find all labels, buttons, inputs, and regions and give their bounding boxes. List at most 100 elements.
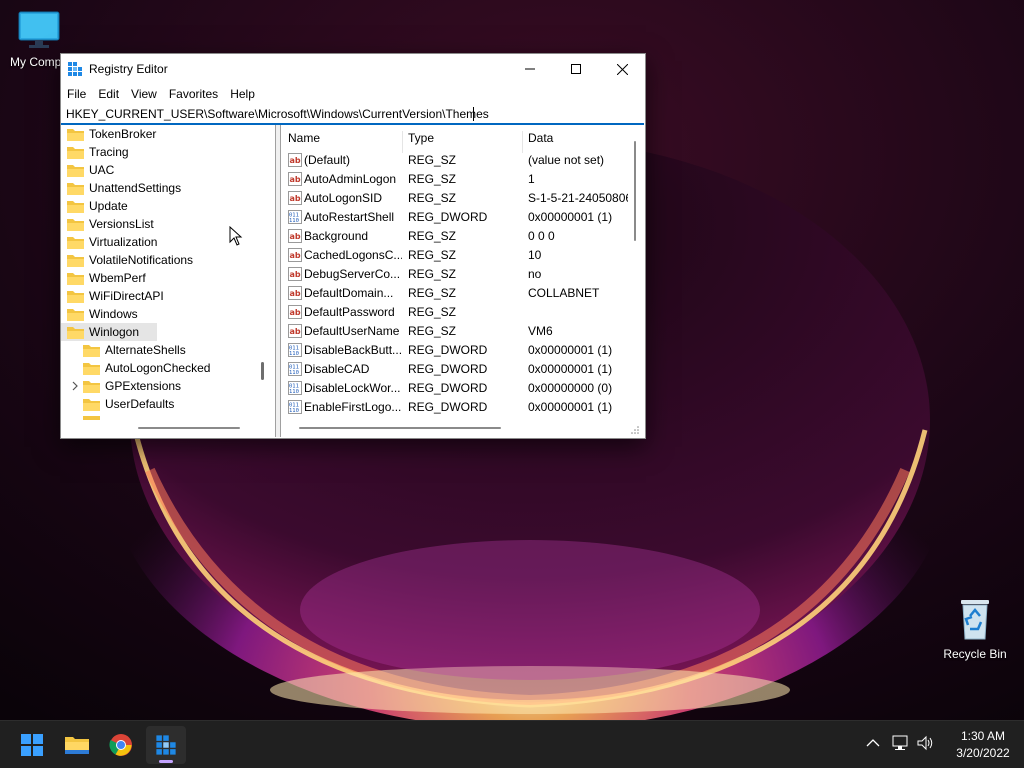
chrome-button[interactable] <box>101 726 141 764</box>
folder-icon <box>67 128 84 141</box>
tree-item[interactable]: UnattendSettings <box>67 179 181 197</box>
value-name: EnableFirstLogo... <box>304 400 402 414</box>
value-type: REG_DWORD <box>408 400 488 414</box>
resize-grip-icon[interactable] <box>630 425 640 435</box>
tree-item-label: Tracing <box>89 145 129 159</box>
tree-item-label: WbemPerf <box>89 271 146 285</box>
tree-item[interactable]: Virtualization <box>67 233 157 251</box>
value-type: REG_SZ <box>408 248 457 262</box>
pane-splitter[interactable] <box>275 125 281 437</box>
list-horizontal-scrollbar[interactable] <box>299 427 501 429</box>
value-row[interactable]: ab (Default) REG_SZ (value not set) <box>282 151 632 170</box>
tree-item-label: UAC <box>89 163 115 177</box>
minimize-button[interactable] <box>507 54 553 84</box>
tree-vertical-scrollbar[interactable] <box>261 362 264 380</box>
tree-horizontal-scrollbar[interactable] <box>138 427 240 429</box>
close-button[interactable] <box>599 54 645 84</box>
column-name[interactable]: Name <box>288 131 320 145</box>
registry-editor-window[interactable]: Registry Editor File Edit View Favorites Hel… <box>60 53 646 439</box>
value-type: REG_DWORD <box>408 362 488 376</box>
tree-item[interactable]: Tracing <box>67 143 129 161</box>
value-type: REG_SZ <box>408 324 457 338</box>
tree-item-partial <box>83 416 100 420</box>
binary-value-icon: 011110 <box>288 210 302 224</box>
tree-item-label: AlternateShells <box>105 343 186 357</box>
value-type: REG_SZ <box>408 267 457 281</box>
svg-text:ab: ab <box>290 232 301 241</box>
folder-icon <box>67 164 84 177</box>
regedit-taskbar-button[interactable] <box>146 726 186 764</box>
value-row[interactable]: 011 110 AutoRestartShell REG_DWORD 0x0000000… <box>282 208 632 227</box>
value-row[interactable]: 011 110 DisableCAD REG_DWORD 0x00000001 (1) <box>282 360 632 379</box>
window-title: Registry Editor <box>89 62 168 76</box>
tree-item[interactable]: Update <box>67 197 128 215</box>
value-row[interactable]: ab Background REG_SZ 0 0 0 <box>282 227 632 246</box>
address-bar[interactable]: HKEY_CURRENT_USER\Software\Microsoft\Win… <box>61 104 644 125</box>
value-row[interactable]: 011 110 DisableBackButt... REG_DWORD 0x00000… <box>282 341 632 360</box>
folder-icon <box>67 218 84 231</box>
network-icon[interactable] <box>892 735 910 751</box>
svg-text:ab: ab <box>290 175 301 184</box>
maximize-button[interactable] <box>553 54 599 84</box>
menu-favorites[interactable]: Favorites <box>163 85 224 103</box>
tree-item[interactable]: WbemPerf <box>67 269 146 287</box>
string-value-icon: ab <box>288 153 302 167</box>
chevron-right-icon[interactable] <box>71 381 79 391</box>
value-row[interactable]: ab CachedLogonsC... REG_SZ 10 <box>282 246 632 265</box>
value-name: CachedLogonsC... <box>304 248 402 262</box>
tree-item[interactable]: AlternateShells <box>83 341 186 359</box>
menu-help[interactable]: Help <box>224 85 261 103</box>
menu-file[interactable]: File <box>61 85 92 103</box>
value-row[interactable]: ab DebugServerCo... REG_SZ no <box>282 265 632 284</box>
menu-view[interactable]: View <box>125 85 163 103</box>
volume-icon[interactable] <box>917 735 935 751</box>
tree-item[interactable]: WiFiDirectAPI <box>67 287 164 305</box>
tree-item[interactable]: AutoLogonChecked <box>83 359 210 377</box>
start-button[interactable] <box>12 726 52 764</box>
folder-icon <box>67 236 84 249</box>
string-value-icon: ab <box>288 305 302 319</box>
value-data: VM6 <box>528 324 553 338</box>
tree-item[interactable]: TokenBroker <box>67 125 156 143</box>
tree-item[interactable]: VersionsList <box>67 215 154 233</box>
tree-item[interactable]: UAC <box>67 161 114 179</box>
file-explorer-button[interactable] <box>57 726 97 764</box>
clock[interactable]: 1:30 AM 3/20/2022 <box>948 729 1018 760</box>
value-row[interactable]: ab DefaultDomain... REG_SZ COLLABNET <box>282 284 632 303</box>
tree-item[interactable]: Winlogon <box>61 323 157 341</box>
tree-item-label: TokenBroker <box>89 127 157 141</box>
svg-text:110: 110 <box>289 389 299 395</box>
value-data: 0x00000001 (1) <box>528 210 613 224</box>
tree-item[interactable]: GPExtensions <box>72 377 181 395</box>
column-data[interactable]: Data <box>528 131 553 145</box>
string-value-icon: ab <box>288 229 302 243</box>
column-type[interactable]: Type <box>408 131 434 145</box>
value-row[interactable]: 011 110 DisableLockWor... REG_DWORD 0x000000… <box>282 379 632 398</box>
value-row[interactable]: ab DefaultPassword REG_SZ <box>282 303 632 322</box>
value-name: DefaultUserName <box>304 324 400 338</box>
value-row[interactable]: ab AutoLogonSID REG_SZ S-1-5-21-24050806 <box>282 189 632 208</box>
list-vertical-scrollbar[interactable] <box>634 141 636 241</box>
title-bar[interactable]: Registry Editor <box>61 54 645 84</box>
menu-edit[interactable]: Edit <box>92 85 125 103</box>
folder-icon <box>67 182 84 195</box>
value-row[interactable]: ab AutoAdminLogon REG_SZ 1 <box>282 170 632 189</box>
value-row[interactable]: 011 110 EnableFirstLogo... REG_DWORD 0x00000… <box>282 398 632 417</box>
folder-icon <box>67 200 84 213</box>
desktop-icon-recycle-bin[interactable]: Recycle Bin <box>936 596 1014 661</box>
tree-item[interactable]: Windows <box>67 305 138 323</box>
svg-text:ab: ab <box>290 194 301 203</box>
value-row[interactable]: ab DefaultUserName REG_SZ VM6 <box>282 322 632 341</box>
value-type: REG_SZ <box>408 286 457 300</box>
tree-item-label: UnattendSettings <box>89 181 182 195</box>
value-data: COLLABNET <box>528 286 600 300</box>
chevron-up-icon[interactable] <box>866 738 880 748</box>
chrome-icon <box>109 734 132 756</box>
folder-icon <box>67 308 84 321</box>
tree-item[interactable]: UserDefaults <box>83 395 174 413</box>
value-type: REG_SZ <box>408 153 457 167</box>
value-data: 1 <box>528 172 535 186</box>
tree-item[interactable]: VolatileNotifications <box>67 251 193 269</box>
address-text: HKEY_CURRENT_USER\Software\Microsoft\Win… <box>66 107 489 121</box>
value-type: REG_DWORD <box>408 210 488 224</box>
